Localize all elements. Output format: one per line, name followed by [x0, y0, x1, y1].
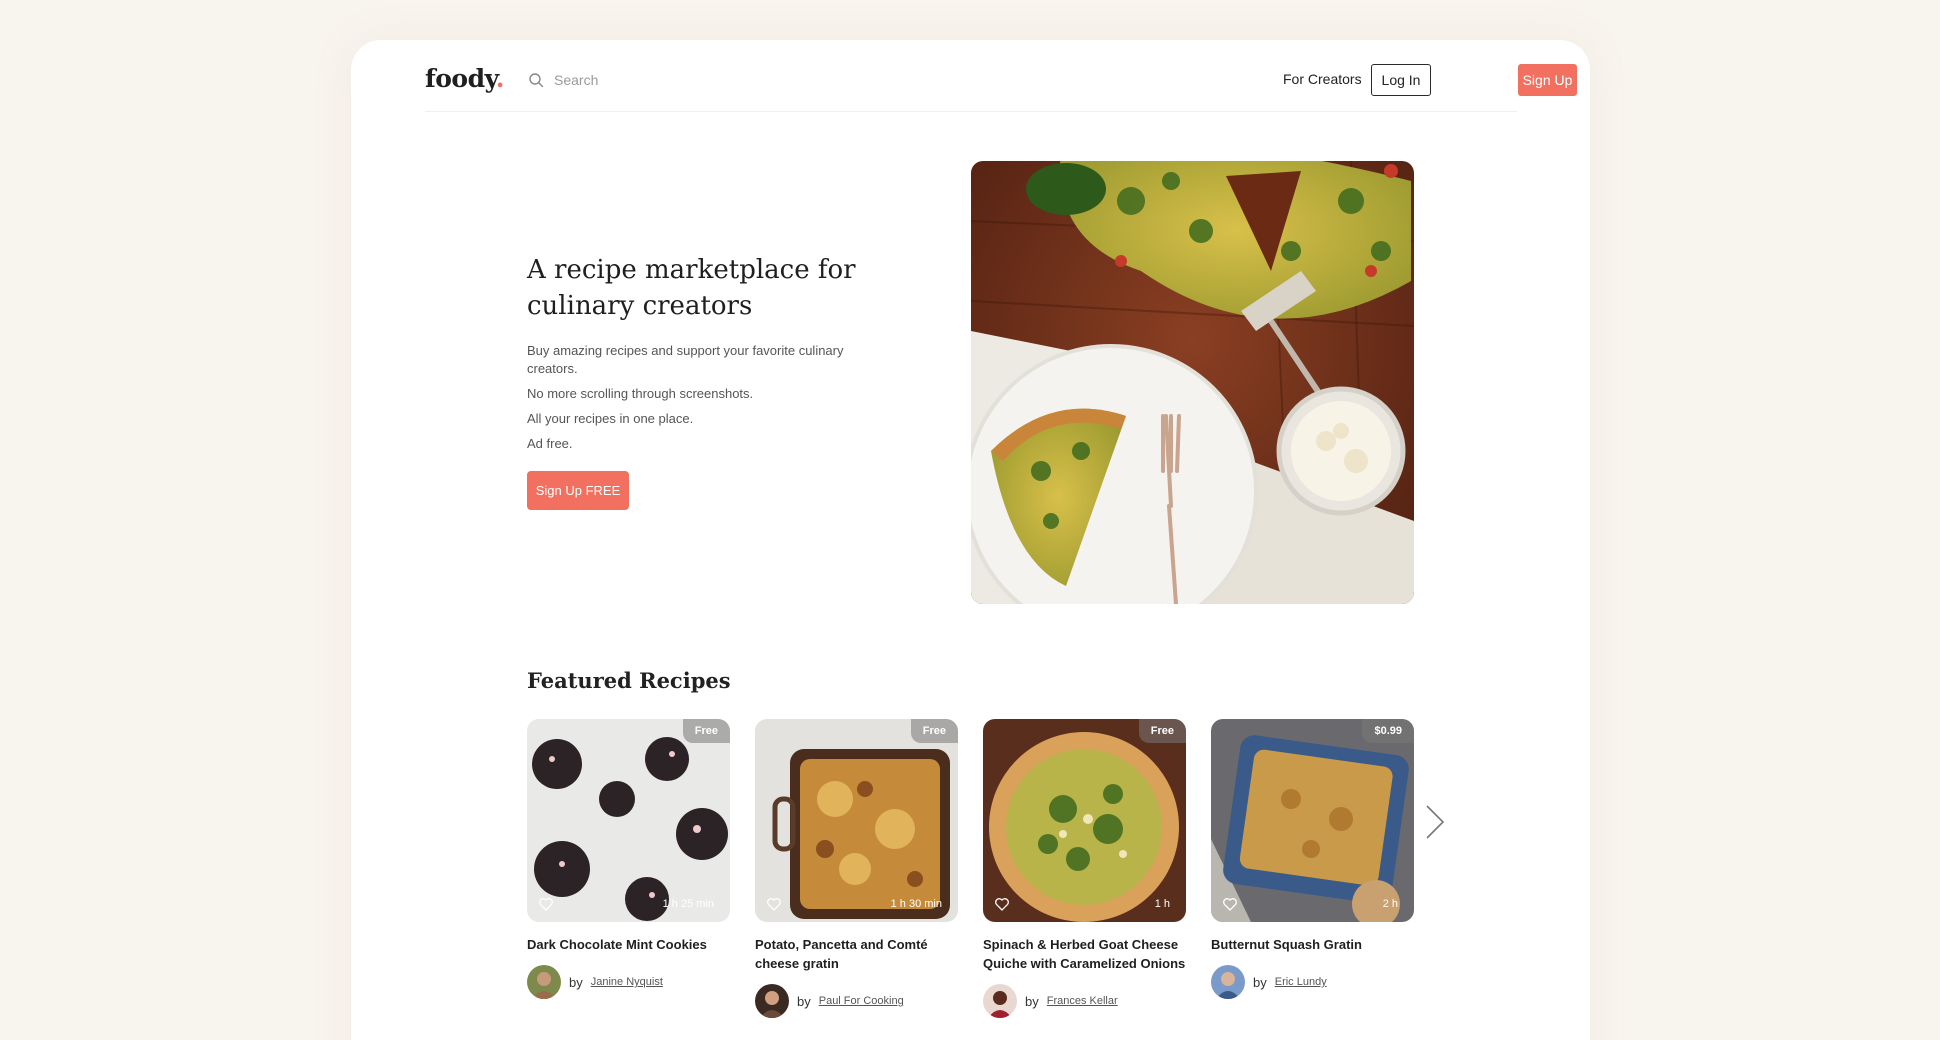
avatar[interactable]	[983, 984, 1017, 1018]
heart-icon[interactable]	[1222, 896, 1238, 912]
recipe-author: by Frances Kellar	[983, 984, 1186, 1018]
by-label: by	[797, 993, 811, 1009]
price-badge: Free	[1138, 719, 1186, 743]
avatar[interactable]	[755, 984, 789, 1018]
header: foody. For Creators Log In Sign Up	[425, 40, 1577, 112]
recipe-author: by Eric Lundy	[1211, 965, 1414, 999]
author-link[interactable]: Janine Nyquist	[591, 976, 663, 988]
signup-button[interactable]: Sign Up	[1518, 64, 1577, 96]
recipe-card[interactable]: Free 1 h 25 min Dark Chocolate Mint Cook…	[527, 719, 730, 999]
recipe-card[interactable]: Free 1 h Spinach & Herbed Goat Cheese Qu…	[983, 719, 1186, 1018]
heart-icon[interactable]	[538, 896, 554, 912]
hero-image	[971, 161, 1414, 604]
search-bar	[528, 70, 754, 90]
hero-line-2: No more scrolling through screenshots.	[527, 386, 754, 401]
page-card: foody. For Creators Log In Sign Up A rec…	[351, 40, 1590, 1040]
logo[interactable]: foody.	[425, 64, 504, 93]
price-badge: Free	[910, 719, 958, 743]
recipe-title[interactable]: Potato, Pancetta and Comté cheese gratin	[755, 935, 958, 973]
price-badge: $0.99	[1362, 719, 1414, 743]
recipe-author: by Janine Nyquist	[527, 965, 730, 999]
hero-line-3: All your recipes in one place.	[527, 411, 694, 426]
by-label: by	[569, 974, 583, 990]
avatar[interactable]	[527, 965, 561, 999]
recipe-image[interactable]: Free 1 h	[983, 719, 1186, 922]
avatar[interactable]	[1211, 965, 1245, 999]
hero-line-4: Ad free.	[527, 436, 573, 451]
author-link[interactable]: Paul For Cooking	[819, 995, 904, 1007]
heart-icon[interactable]	[994, 896, 1010, 912]
author-link[interactable]: Eric Lundy	[1275, 976, 1327, 988]
by-label: by	[1025, 993, 1039, 1009]
recipe-title[interactable]: Dark Chocolate Mint Cookies	[527, 935, 730, 954]
logo-dot: .	[495, 64, 505, 93]
hero-title: A recipe marketplace for culinary creato…	[527, 255, 856, 321]
author-link[interactable]: Frances Kellar	[1047, 995, 1118, 1007]
recipe-author: by Paul For Cooking	[755, 984, 958, 1018]
by-label: by	[1253, 974, 1267, 990]
price-badge: Free	[682, 719, 730, 743]
signup-free-button[interactable]: Sign Up FREE	[527, 471, 629, 510]
featured-recipes-title: Featured Recipes	[527, 668, 731, 693]
chevron-right-icon[interactable]	[1423, 802, 1447, 842]
recipe-title[interactable]: Spinach & Herbed Goat Cheese Quiche with…	[983, 935, 1186, 973]
cook-time: 1 h 30 min	[890, 898, 942, 910]
login-button[interactable]: Log In	[1371, 64, 1431, 96]
for-creators-link[interactable]: For Creators	[1283, 71, 1362, 87]
hero-line-1: Buy amazing recipes and support your fav…	[527, 343, 844, 376]
cook-time: 1 h	[1154, 898, 1170, 910]
search-input[interactable]	[554, 72, 754, 88]
recipe-image[interactable]: $0.99 2 h	[1211, 719, 1414, 922]
recipe-image[interactable]: Free 1 h 25 min	[527, 719, 730, 922]
recipe-image[interactable]: Free 1 h 30 min	[755, 719, 958, 922]
cook-time: 2 h	[1382, 898, 1398, 910]
recipe-title[interactable]: Butternut Squash Gratin	[1211, 935, 1414, 954]
hero-description: Buy amazing recipes and support your fav…	[527, 342, 867, 460]
recipe-card[interactable]: $0.99 2 h Butternut Squash Gratin by Eri…	[1211, 719, 1414, 999]
search-icon	[529, 73, 544, 88]
logo-text: foody	[425, 64, 496, 93]
cook-time: 1 h 25 min	[662, 898, 714, 910]
recipe-card[interactable]: Free 1 h 30 min Potato, Pancetta and Com…	[755, 719, 958, 1018]
heart-icon[interactable]	[766, 896, 782, 912]
